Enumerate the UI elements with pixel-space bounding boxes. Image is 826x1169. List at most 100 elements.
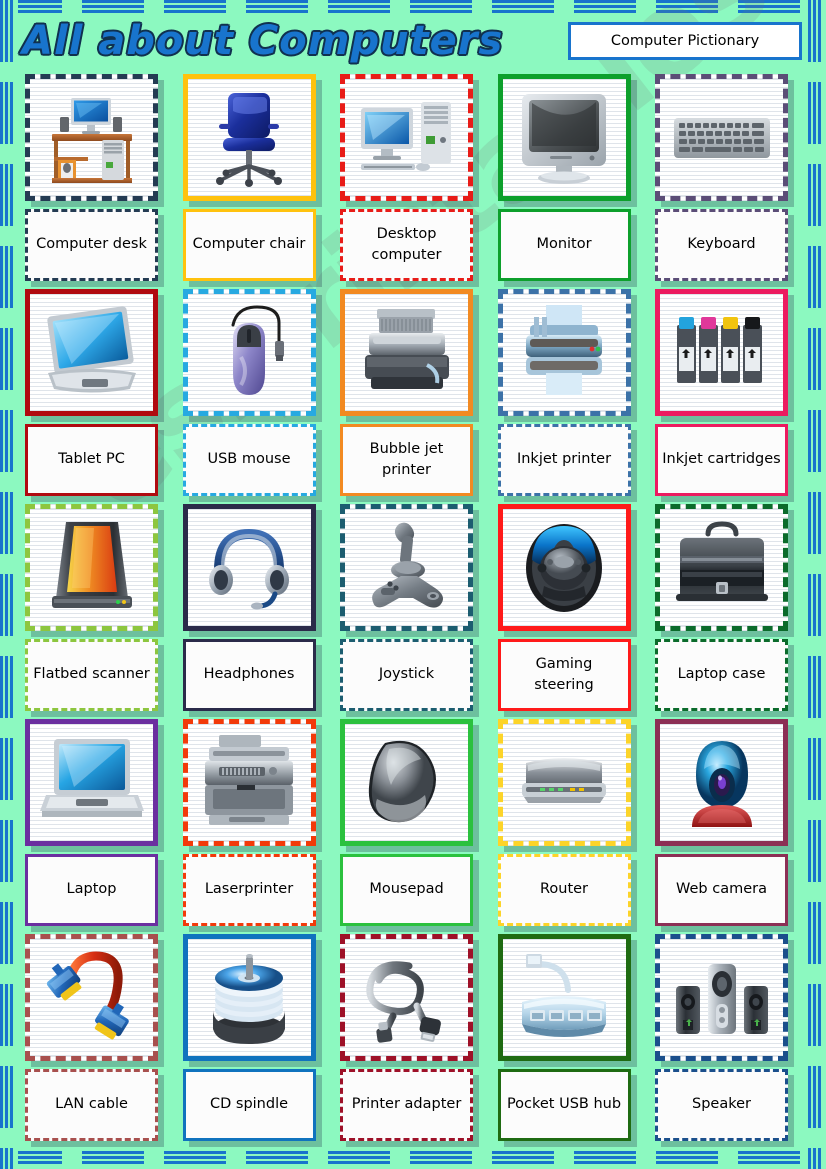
card-image-box	[182, 74, 316, 201]
card-label: Web camera	[676, 881, 767, 898]
card-label: Mousepad	[369, 881, 444, 898]
pictionary-card: Laptop	[25, 719, 171, 934]
card-image-box	[25, 74, 158, 201]
card-image-box	[655, 504, 788, 631]
desktop-computer-icon	[355, 88, 459, 188]
card-image-box	[182, 934, 316, 1061]
pictionary-card: Laptop case	[655, 504, 801, 719]
keyboard-icon	[670, 88, 774, 188]
pictionary-card: Gaming steering	[497, 504, 644, 719]
pictionary-card: Printer adapter	[340, 934, 486, 1149]
pictionary-card: Headphones	[182, 504, 329, 719]
card-label: Inkjet printer	[516, 451, 612, 468]
card-label-box: Web camera	[655, 854, 788, 926]
worksheet-page: eslprintables.com All about Computers Co…	[0, 0, 826, 1169]
card-image-box	[497, 74, 631, 201]
printer-adapter-icon	[355, 948, 459, 1048]
card-label: Monitor	[536, 236, 592, 253]
card-label: Computer chair	[192, 236, 306, 253]
card-image-box	[655, 934, 788, 1061]
pictionary-card: Monitor	[497, 74, 644, 289]
card-label: Keyboard	[687, 236, 756, 253]
laptop-case-icon	[670, 518, 774, 618]
card-label-box: Inkjet printer	[497, 424, 631, 496]
page-frame-bottom	[0, 1151, 826, 1169]
card-label-box: Laptop case	[655, 639, 788, 711]
steering-wheel-icon	[512, 518, 616, 618]
card-label-box: CD spindle	[182, 1069, 316, 1141]
card-image-box	[497, 504, 631, 631]
card-image-box	[25, 289, 158, 416]
card-label: Tablet PC	[58, 451, 125, 468]
card-label: Printer adapter	[351, 1096, 462, 1113]
pictionary-card: Mousepad	[340, 719, 486, 934]
pictionary-card: Flatbed scanner	[25, 504, 171, 719]
card-label-box: Pocket USB hub	[497, 1069, 631, 1141]
pictionary-card: Pocket USB hub	[497, 934, 644, 1149]
card-label: Laptop	[66, 881, 117, 898]
usb-mouse-icon	[197, 303, 301, 403]
pictionary-card: Desktop computer	[340, 74, 486, 289]
card-label-box: Speaker	[655, 1069, 788, 1141]
pictionary-card: Inkjet cartridges	[655, 289, 801, 504]
card-label: Desktop computer	[371, 225, 442, 263]
tablet-pc-icon	[40, 303, 144, 403]
card-image-box	[340, 934, 473, 1061]
computer-desk-icon	[40, 88, 144, 188]
card-image-box	[25, 719, 158, 846]
pictionary-card: Laserprinter	[182, 719, 329, 934]
card-image-box	[25, 934, 158, 1061]
card-label: CD spindle	[209, 1096, 289, 1113]
card-label-box: LAN cable	[25, 1069, 158, 1141]
card-label: Router	[539, 881, 589, 898]
card-label-box: Monitor	[497, 209, 631, 281]
card-label-box: Bubble jet printer	[340, 424, 473, 496]
subtitle-label: Computer Pictionary	[610, 33, 760, 49]
card-label-box: Computer chair	[182, 209, 316, 281]
card-label-box: USB mouse	[182, 424, 316, 496]
pictionary-card: Web camera	[655, 719, 801, 934]
joystick-icon	[355, 518, 459, 618]
card-label-box: Router	[497, 854, 631, 926]
inkjet-cartridges-icon	[670, 303, 774, 403]
pictionary-grid: Computer desk Computer chair Desktop compu…	[25, 74, 801, 1149]
card-label: Speaker	[692, 1096, 751, 1113]
mousepad-icon	[355, 733, 459, 833]
pictionary-card: CD spindle	[182, 934, 329, 1149]
card-image-box	[340, 719, 473, 846]
card-image-box	[182, 289, 316, 416]
pictionary-card: Inkjet printer	[497, 289, 644, 504]
card-label: Pocket USB hub	[506, 1096, 622, 1113]
page-frame-left	[0, 0, 18, 1169]
card-label: LAN cable	[55, 1096, 128, 1113]
card-label-box: Computer desk	[25, 209, 158, 281]
card-label-box: Printer adapter	[340, 1069, 473, 1141]
lan-cable-icon	[40, 948, 144, 1048]
card-image-box	[340, 74, 473, 201]
pictionary-card: Keyboard	[655, 74, 801, 289]
pictionary-card: USB mouse	[182, 289, 329, 504]
card-label: Flatbed scanner	[33, 666, 150, 683]
subtitle-box: Computer Pictionary	[568, 22, 802, 60]
pictionary-card: Bubble jet printer	[340, 289, 486, 504]
card-label: Computer desk	[36, 236, 147, 253]
card-label-box: Gaming steering	[497, 639, 631, 711]
card-image-box	[655, 719, 788, 846]
inkjet-printer-icon	[512, 303, 616, 403]
card-label-box: Keyboard	[655, 209, 788, 281]
page-title: All about Computers	[22, 18, 504, 64]
flatbed-scanner-icon	[40, 518, 144, 618]
speaker-icon	[670, 948, 774, 1048]
headphones-icon	[197, 518, 301, 618]
cd-spindle-icon	[197, 948, 301, 1048]
card-image-box	[340, 504, 473, 631]
web-camera-icon	[670, 733, 774, 833]
pictionary-card: Joystick	[340, 504, 486, 719]
pictionary-card: Computer desk	[25, 74, 171, 289]
laptop-icon	[39, 733, 144, 833]
pictionary-card: LAN cable	[25, 934, 171, 1149]
card-label: Joystick	[378, 666, 435, 683]
card-label: USB mouse	[207, 451, 291, 468]
card-image-box	[497, 934, 631, 1061]
card-label-box: Inkjet cartridges	[655, 424, 788, 496]
